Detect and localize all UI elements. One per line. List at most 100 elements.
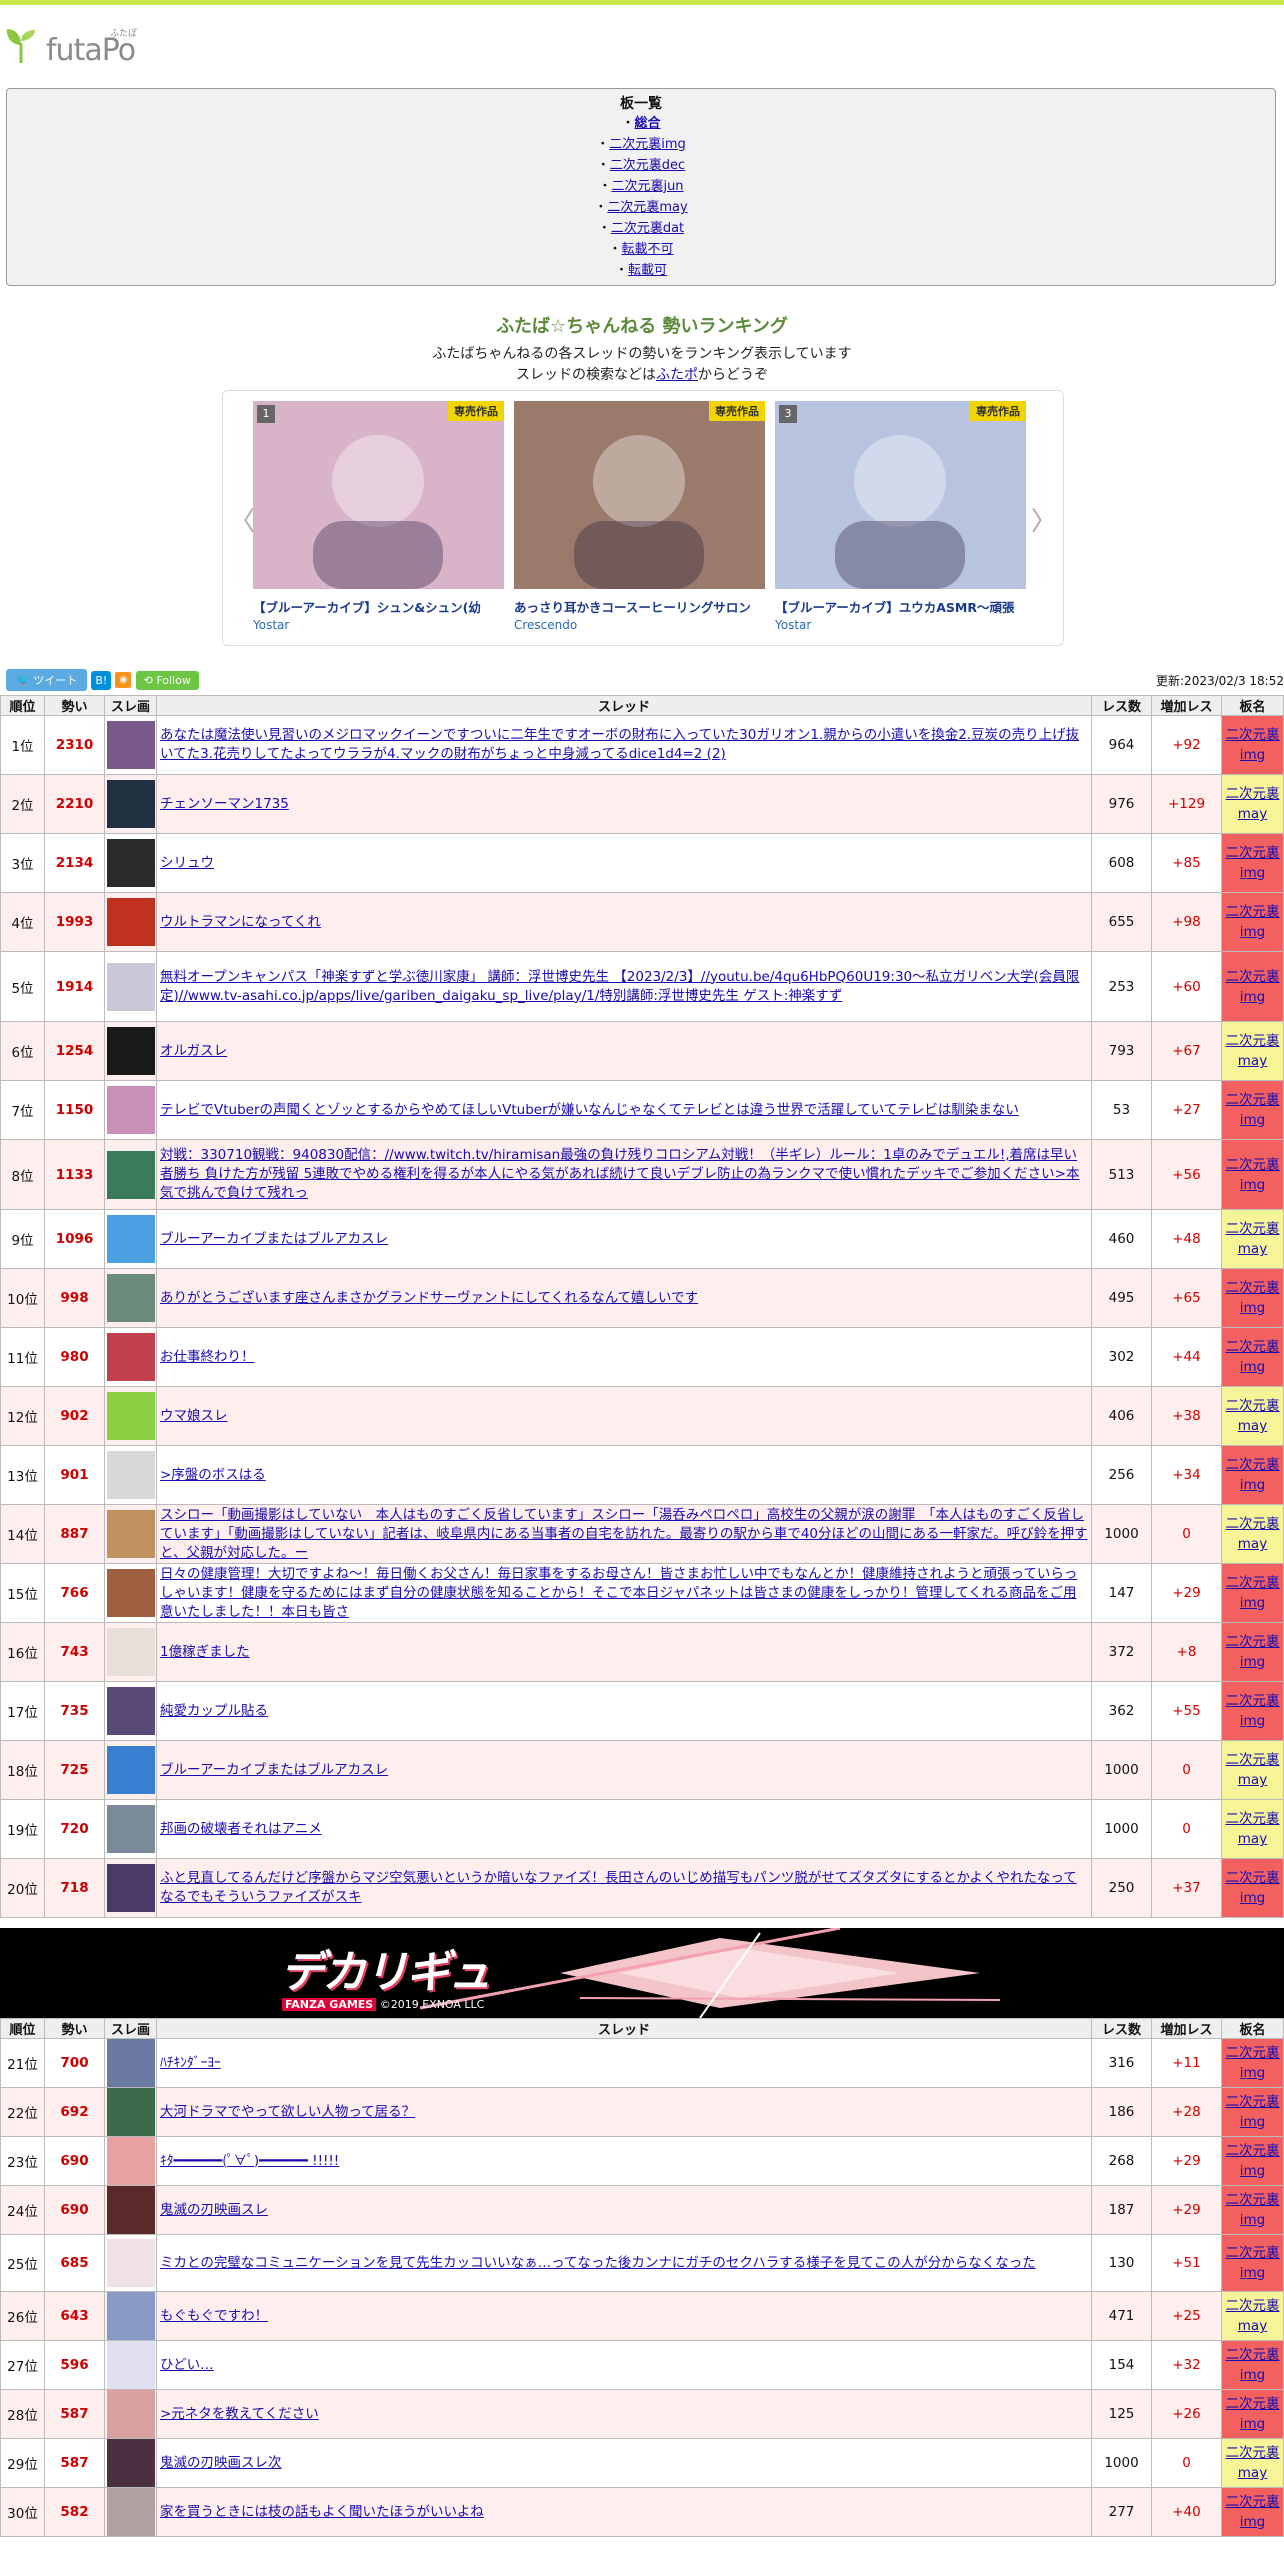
board-name-link[interactable]: 二次元裏 img	[1226, 845, 1280, 881]
thread-thumbnail[interactable]	[106, 962, 155, 1011]
thumbnail-cell[interactable]	[104, 1681, 157, 1741]
thumbnail-cell[interactable]	[104, 2389, 157, 2439]
thread-link[interactable]: ありがとうございます座さんまさかグランドサーヴァントにしてくれるなんて嬉しいです	[160, 1290, 698, 1306]
thread-link[interactable]: あなたは魔法使い見習いのメジロマックイーンですついに二年生ですオーボの財布に入っ…	[160, 727, 1079, 762]
thread-thumbnail[interactable]	[106, 1510, 155, 1558]
board-name-link[interactable]: 二次元裏 img	[1226, 904, 1280, 940]
thumbnail-cell[interactable]	[104, 1327, 157, 1387]
board-name-link[interactable]: 二次元裏 img	[1226, 1693, 1280, 1729]
board-name-link[interactable]: 二次元裏 may	[1226, 1752, 1280, 1788]
board-link[interactable]: 二次元裏may	[607, 200, 687, 215]
thread-link[interactable]: ﾊﾁｷﾝﾀﾞｰﾖｰ	[160, 2055, 221, 2071]
site-logo[interactable]: futaPo ふたぽ	[0, 5, 1284, 68]
thread-link[interactable]: 無料オープンキャンパス「神楽すずと学ぶ徳川家康」 講師：浮世博史先生 【2023…	[160, 969, 1079, 1004]
thread-link[interactable]: オルガスレ	[160, 1043, 227, 1059]
thread-link[interactable]: 家を買うときには枝の話もよく聞いたほうがいいよね	[160, 2504, 484, 2520]
thread-thumbnail[interactable]	[106, 2088, 155, 2136]
thumbnail-cell[interactable]	[104, 2234, 157, 2292]
thread-thumbnail[interactable]	[106, 2137, 155, 2185]
thumbnail-cell[interactable]	[104, 892, 157, 952]
thumbnail-cell[interactable]	[104, 1799, 157, 1859]
thread-thumbnail[interactable]	[106, 2039, 155, 2087]
board-name-link[interactable]: 二次元裏 may	[1226, 1221, 1280, 1257]
hatena-bookmark-button[interactable]: B!	[91, 670, 112, 690]
thumbnail-cell[interactable]	[104, 1740, 157, 1800]
thumbnail-cell[interactable]	[104, 2291, 157, 2341]
thread-thumbnail[interactable]	[106, 2292, 155, 2340]
board-link[interactable]: 転載不可	[622, 242, 674, 257]
thread-thumbnail[interactable]	[106, 1150, 155, 1199]
thread-thumbnail[interactable]	[106, 839, 155, 887]
thumbnail-cell[interactable]	[104, 833, 157, 893]
thread-link[interactable]: ブルーアーカイブまたはブルアカスレ	[160, 1231, 388, 1247]
thread-link[interactable]: >序盤のボスはる	[160, 1467, 266, 1483]
board-link[interactable]: 二次元裏dat	[611, 221, 684, 236]
board-name-link[interactable]: 二次元裏 img	[1226, 1280, 1280, 1316]
thread-link[interactable]: 鬼滅の刃映画スレ	[160, 2202, 268, 2218]
thumbnail-cell[interactable]	[104, 1622, 157, 1682]
thumbnail-cell[interactable]	[104, 2038, 157, 2088]
thread-thumbnail[interactable]	[106, 898, 155, 946]
thumbnail-cell[interactable]	[104, 774, 157, 834]
thumbnail-cell[interactable]	[104, 2087, 157, 2137]
thread-thumbnail[interactable]	[106, 780, 155, 828]
thumbnail-cell[interactable]	[104, 1080, 157, 1140]
board-name-link[interactable]: 二次元裏 img	[1226, 2192, 1280, 2228]
thread-thumbnail[interactable]	[106, 1864, 155, 1912]
thumbnail-cell[interactable]	[104, 2185, 157, 2235]
thread-thumbnail[interactable]	[106, 1027, 155, 1075]
board-link[interactable]: 二次元裏dec	[610, 158, 685, 173]
thumbnail-cell[interactable]	[104, 2487, 157, 2537]
thread-thumbnail[interactable]	[106, 1392, 155, 1440]
board-name-link[interactable]: 二次元裏 may	[1226, 1516, 1280, 1552]
thread-link[interactable]: 対戦：330710観戦：940830配信：//www.twitch.tv/hir…	[160, 1147, 1079, 1201]
thumbnail-cell[interactable]	[104, 1139, 157, 1210]
board-name-link[interactable]: 二次元裏 img	[1226, 2143, 1280, 2179]
thread-link[interactable]: ウルトラマンになってくれ	[160, 914, 321, 930]
board-name-link[interactable]: 二次元裏 may	[1226, 2298, 1280, 2334]
thread-thumbnail[interactable]	[106, 1628, 155, 1676]
thread-thumbnail[interactable]	[106, 1687, 155, 1735]
thread-thumbnail[interactable]	[106, 1451, 155, 1499]
board-name-link[interactable]: 二次元裏 may	[1226, 2445, 1280, 2481]
board-name-link[interactable]: 二次元裏 img	[1226, 2494, 1280, 2530]
product-maker[interactable]: Yostar	[775, 618, 1026, 632]
thumbnail-cell[interactable]	[104, 1021, 157, 1081]
thread-link[interactable]: ｷﾀ━━━━━━(ﾟ∀ﾟ)━━━━━━ !!!!!	[160, 2153, 339, 2169]
thread-thumbnail[interactable]	[106, 1805, 155, 1853]
board-name-link[interactable]: 二次元裏 may	[1226, 786, 1280, 822]
board-name-link[interactable]: 二次元裏 img	[1226, 2045, 1280, 2081]
board-link[interactable]: 総合	[635, 116, 661, 131]
thumbnail-cell[interactable]	[104, 715, 157, 775]
board-link[interactable]: 転載可	[628, 263, 667, 278]
thumbnail-cell[interactable]	[104, 2340, 157, 2390]
board-name-link[interactable]: 二次元裏 may	[1226, 1811, 1280, 1847]
thread-link[interactable]: シリュウ	[160, 855, 214, 871]
thread-thumbnail[interactable]	[106, 2439, 155, 2487]
thread-thumbnail[interactable]	[106, 1333, 155, 1381]
board-name-link[interactable]: 二次元裏 may	[1226, 1033, 1280, 1069]
board-name-link[interactable]: 二次元裏 img	[1226, 1575, 1280, 1611]
thread-link[interactable]: 日々の健康管理！大切ですよね～！毎日働くお父さん！毎日家事をするお母さん！皆さま…	[160, 1566, 1077, 1620]
thumbnail-cell[interactable]	[104, 1858, 157, 1918]
thread-link[interactable]: 純愛カップル貼る	[160, 1703, 268, 1719]
thread-link[interactable]: ひどい…	[160, 2357, 214, 2373]
board-name-link[interactable]: 二次元裏 img	[1226, 727, 1280, 763]
board-name-link[interactable]: 二次元裏 img	[1226, 2094, 1280, 2130]
thread-link[interactable]: 大河ドラマでやって欲しい人物って居る？	[160, 2104, 415, 2120]
ad-banner[interactable]: デカリギュ FANZA GAMES ©2019 EXNOA LLC	[0, 1928, 1284, 2018]
board-name-link[interactable]: 二次元裏 img	[1226, 1157, 1280, 1193]
thread-thumbnail[interactable]	[106, 1086, 155, 1134]
thumbnail-cell[interactable]	[104, 2438, 157, 2488]
thumbnail-cell[interactable]	[104, 1445, 157, 1505]
thread-link[interactable]: もぐもぐですわ！	[160, 2308, 268, 2324]
product-card[interactable]: 3 専売作品 【ブルーアーカイブ】ユウカASMR～頑張 Yostar	[775, 401, 1026, 632]
thread-link[interactable]: スシロー「動画撮影はしていない 本人はものすごく反省しています」スシロー「湯呑み…	[160, 1507, 1088, 1561]
thumbnail-cell[interactable]	[104, 1504, 157, 1564]
product-title[interactable]: 【ブルーアーカイブ】ユウカASMR～頑張	[775, 597, 1026, 616]
product-card[interactable]: 1 専売作品 【ブルーアーカイブ】シュン&シュン(幼 Yostar	[253, 401, 504, 632]
thread-thumbnail[interactable]	[106, 1274, 155, 1322]
thumbnail-cell[interactable]	[104, 951, 157, 1022]
thread-thumbnail[interactable]	[106, 2390, 155, 2438]
thread-link[interactable]: ミカとの完璧なコミュニケーションを見て先生カッコいいなぁ…ってなった後カンナにガ…	[160, 2255, 1036, 2271]
